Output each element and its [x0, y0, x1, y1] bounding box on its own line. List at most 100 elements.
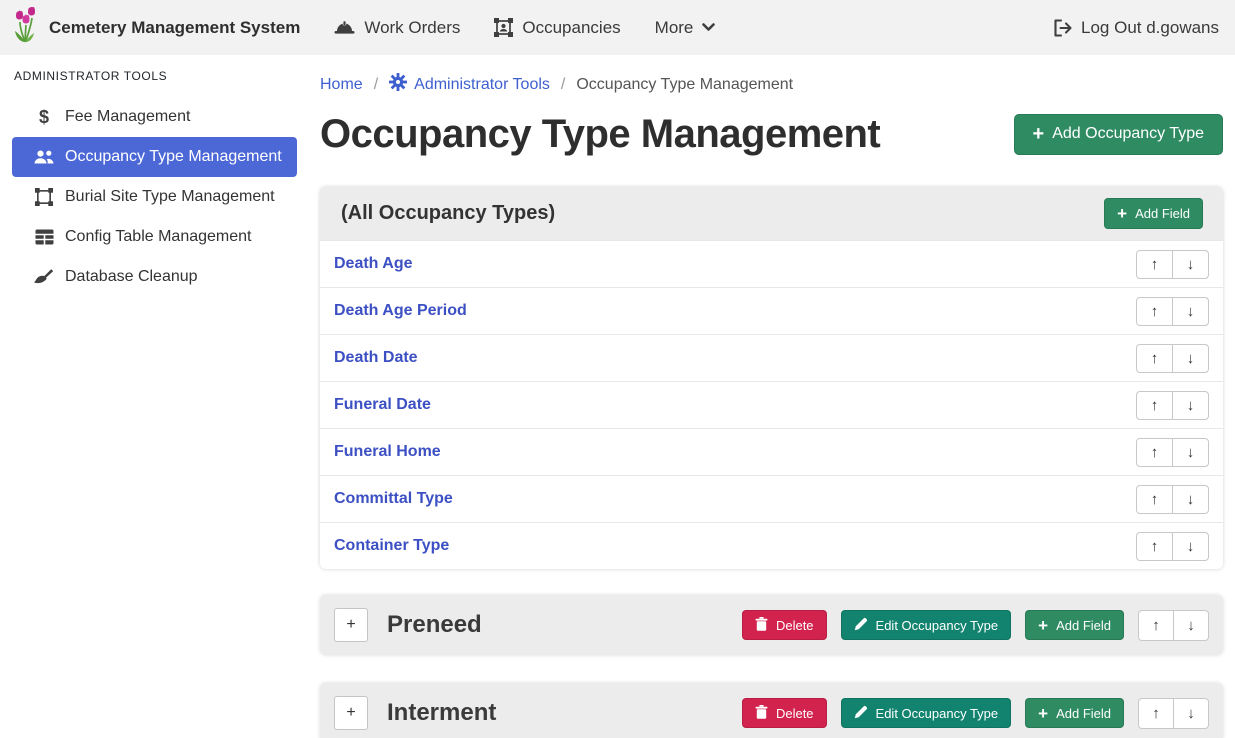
reorder-buttons: ↑ ↓	[1136, 532, 1209, 561]
arrow-down-icon: ↓	[1187, 491, 1195, 508]
move-up-button[interactable]: ↑	[1136, 391, 1173, 420]
field-row: Funeral Home ↑ ↓	[320, 428, 1223, 475]
section-actions: Delete Edit Occupancy Type + Add Field ↑	[742, 610, 1209, 641]
reorder-buttons: ↑ ↓	[1138, 610, 1209, 641]
add-field-button[interactable]: + Add Field	[1025, 698, 1124, 728]
button-label: Add Field	[1056, 706, 1111, 721]
reorder-buttons: ↑ ↓	[1136, 344, 1209, 373]
field-link-death-age[interactable]: Death Age	[334, 255, 413, 273]
field-link-container-type[interactable]: Container Type	[334, 537, 449, 555]
sidebar-item-fee-management[interactable]: $ Fee Management	[12, 97, 297, 137]
move-up-button[interactable]: ↑	[1136, 532, 1173, 561]
button-label: Add Occupancy Type	[1052, 125, 1204, 143]
arrow-up-icon: ↑	[1151, 444, 1159, 461]
sidebar-item-occupancy-type-management[interactable]: Occupancy Type Management	[12, 137, 297, 177]
button-label: Delete	[776, 618, 814, 633]
app-brand[interactable]: Cemetery Management System	[12, 7, 300, 48]
trash-icon	[755, 617, 768, 634]
breadcrumb-current: Occupancy Type Management	[576, 76, 793, 94]
table-icon	[32, 229, 56, 245]
add-field-button[interactable]: + Add Field	[1104, 198, 1203, 229]
breadcrumb-admin-tools-link[interactable]: Administrator Tools	[389, 73, 550, 96]
field-link-death-age-period[interactable]: Death Age Period	[334, 302, 467, 320]
hard-hat-icon	[334, 19, 355, 36]
edit-occupancy-type-button[interactable]: Edit Occupancy Type	[841, 698, 1012, 728]
plus-icon: +	[1033, 124, 1045, 144]
sidebar-item-burial-site-type-management[interactable]: Burial Site Type Management	[12, 177, 297, 217]
move-up-button[interactable]: ↑	[1136, 297, 1173, 326]
move-up-button[interactable]: ↑	[1136, 250, 1173, 279]
move-down-button[interactable]: ↓	[1173, 610, 1209, 641]
delete-button[interactable]: Delete	[742, 698, 827, 728]
arrow-up-icon: ↑	[1151, 256, 1159, 273]
move-up-button[interactable]: ↑	[1136, 344, 1173, 373]
move-down-button[interactable]: ↓	[1172, 391, 1209, 420]
occupancy-frame-icon	[494, 18, 513, 37]
arrow-up-icon: ↑	[1151, 350, 1159, 367]
sidebar-item-label: Database Cleanup	[65, 268, 198, 286]
add-occupancy-type-button[interactable]: + Add Occupancy Type	[1014, 114, 1223, 155]
field-row: Death Age Period ↑ ↓	[320, 287, 1223, 334]
move-down-button[interactable]: ↓	[1172, 344, 1209, 373]
button-label: Add Field	[1056, 618, 1111, 633]
gear-icon	[389, 73, 407, 96]
field-link-funeral-home[interactable]: Funeral Home	[334, 443, 441, 461]
arrow-up-icon: ↑	[1151, 397, 1159, 414]
plus-icon: +	[1038, 617, 1048, 634]
page-title: Occupancy Type Management	[320, 108, 880, 160]
reorder-buttons: ↑ ↓	[1136, 485, 1209, 514]
card-title: (All Occupancy Types)	[341, 202, 555, 225]
arrow-up-icon: ↑	[1151, 538, 1159, 555]
reorder-buttons: ↑ ↓	[1136, 250, 1209, 279]
breadcrumb-separator: /	[561, 76, 565, 94]
field-row: Death Date ↑ ↓	[320, 334, 1223, 381]
chevron-down-icon	[702, 23, 715, 32]
nav-occupancies[interactable]: Occupancies	[494, 18, 620, 38]
occupancy-type-name: Interment	[387, 699, 496, 727]
logout-button[interactable]: Log Out d.gowans	[1053, 18, 1219, 38]
field-link-death-date[interactable]: Death Date	[334, 349, 418, 367]
vector-square-icon	[32, 188, 56, 206]
main-content: Home /	[320, 55, 1223, 738]
move-down-button[interactable]: ↓	[1172, 438, 1209, 467]
sidebar-item-label: Burial Site Type Management	[65, 188, 275, 206]
button-label: Add Field	[1135, 206, 1190, 221]
move-down-button[interactable]: ↓	[1172, 297, 1209, 326]
card-header: (All Occupancy Types) + Add Field	[320, 187, 1223, 240]
field-row: Funeral Date ↑ ↓	[320, 381, 1223, 428]
sidebar-item-label: Config Table Management	[65, 228, 252, 246]
field-link-committal-type[interactable]: Committal Type	[334, 490, 453, 508]
nav-more[interactable]: More	[655, 18, 716, 38]
move-down-button[interactable]: ↓	[1173, 698, 1209, 729]
move-up-button[interactable]: ↑	[1136, 485, 1173, 514]
arrow-down-icon: ↓	[1187, 397, 1195, 414]
sidebar-item-database-cleanup[interactable]: Database Cleanup	[12, 257, 297, 297]
button-label: Edit Occupancy Type	[876, 618, 999, 633]
move-up-button[interactable]: ↑	[1138, 698, 1174, 729]
button-label: Edit Occupancy Type	[876, 706, 999, 721]
arrow-down-icon: ↓	[1187, 444, 1195, 461]
expand-button[interactable]: +	[334, 696, 368, 730]
breadcrumb-home-link[interactable]: Home	[320, 76, 363, 94]
sidebar-item-config-table-management[interactable]: Config Table Management	[12, 217, 297, 257]
add-field-button[interactable]: + Add Field	[1025, 610, 1124, 640]
tulip-logo-icon	[12, 7, 39, 48]
move-up-button[interactable]: ↑	[1136, 438, 1173, 467]
move-down-button[interactable]: ↓	[1172, 485, 1209, 514]
move-up-button[interactable]: ↑	[1138, 610, 1174, 641]
edit-occupancy-type-button[interactable]: Edit Occupancy Type	[841, 610, 1012, 640]
sidebar-heading: ADMINISTRATOR TOOLS	[0, 63, 310, 87]
sidebar-item-label: Fee Management	[65, 108, 190, 126]
reorder-buttons: ↑ ↓	[1136, 297, 1209, 326]
app-title: Cemetery Management System	[49, 18, 300, 38]
field-link-funeral-date[interactable]: Funeral Date	[334, 396, 431, 414]
move-down-button[interactable]: ↓	[1172, 250, 1209, 279]
sidebar-item-label: Occupancy Type Management	[65, 148, 282, 166]
expand-button[interactable]: +	[334, 608, 368, 642]
sidebar: ADMINISTRATOR TOOLS $ Fee Management Occ…	[0, 55, 310, 738]
arrow-down-icon: ↓	[1187, 617, 1195, 634]
move-down-button[interactable]: ↓	[1172, 532, 1209, 561]
reorder-buttons: ↑ ↓	[1138, 698, 1209, 729]
nav-work-orders[interactable]: Work Orders	[334, 18, 460, 38]
delete-button[interactable]: Delete	[742, 610, 827, 640]
